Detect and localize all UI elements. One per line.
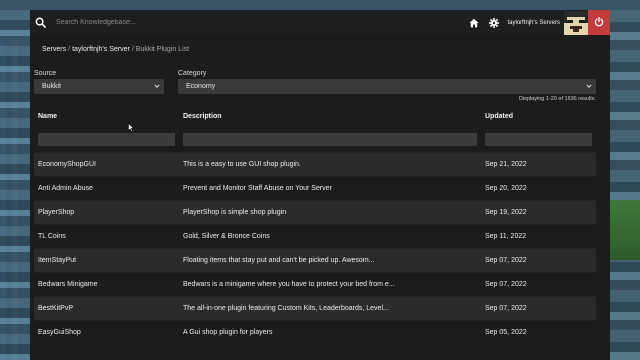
plugin-updated: Sep 20, 2022 bbox=[481, 175, 596, 200]
source-select[interactable]: Bukkit bbox=[34, 79, 164, 94]
plugin-description: The all-in-one plugin featuring Custom K… bbox=[179, 295, 481, 320]
top-right-controls: taylorftnjh's Servers bbox=[468, 10, 610, 35]
table-header-row: Name Description Updated bbox=[34, 105, 596, 128]
breadcrumb-servers[interactable]: Servers bbox=[42, 46, 66, 53]
plugin-updated: Sep 07, 2022 bbox=[481, 247, 596, 272]
plugin-description: This is a easy to use GUI shop plugin. bbox=[179, 151, 481, 176]
plugin-list-panel: Servers / taylorftnjh's Server / Bukkit Plug… bbox=[30, 35, 610, 360]
category-select[interactable]: Economy bbox=[178, 79, 596, 94]
plugin-name[interactable]: TL Coins bbox=[34, 223, 179, 248]
plugin-updated: Sep 19, 2022 bbox=[481, 199, 596, 224]
background-right-blocks bbox=[610, 10, 640, 360]
plugin-description: PlayerShop is simple shop plugin bbox=[179, 199, 481, 224]
table-row[interactable]: BestKitPvP The all-in-one plugin featuri… bbox=[34, 295, 596, 320]
breadcrumb-server[interactable]: taylorftnjh's Server bbox=[72, 46, 130, 53]
plugin-updated: Sep 11, 2022 bbox=[481, 223, 596, 248]
plugin-name[interactable]: Bedwars Minigame bbox=[34, 271, 179, 296]
table-filter-row bbox=[34, 128, 596, 152]
breadcrumb-current: Bukkit Plugin List bbox=[135, 46, 190, 53]
power-icon bbox=[594, 16, 604, 29]
plugin-updated: Sep 21, 2022 bbox=[481, 151, 596, 176]
gear-icon[interactable] bbox=[488, 17, 500, 29]
plugin-description: Prevent and Monitor Staff Abuse on Your … bbox=[179, 175, 481, 200]
column-header-name[interactable]: Name bbox=[34, 105, 179, 128]
avatar[interactable] bbox=[564, 10, 588, 35]
user-servers-link[interactable]: taylorftnjh's Servers bbox=[508, 20, 561, 26]
plugin-description: A Gui shop plugin for players bbox=[179, 319, 481, 344]
chevron-down-icon bbox=[586, 83, 592, 89]
breadcrumb-separator: / bbox=[131, 46, 134, 53]
plugin-name[interactable]: PlayerShop bbox=[34, 199, 179, 224]
description-filter-input[interactable] bbox=[183, 133, 477, 147]
plugin-description: Floating items that stay put and can't b… bbox=[179, 247, 481, 272]
plugin-updated: Sep 07, 2022 bbox=[481, 295, 596, 320]
column-header-description[interactable]: Description bbox=[179, 105, 481, 128]
category-label: Category bbox=[178, 70, 207, 77]
results-count: Displaying 1-20 of 1636 results. bbox=[518, 96, 596, 102]
background-right-grass bbox=[610, 200, 640, 260]
source-select-value: Bukkit bbox=[42, 83, 62, 90]
plugin-name[interactable]: EconomyShopGUI bbox=[34, 151, 179, 176]
table-row[interactable]: ItemStayPut Floating items that stay put… bbox=[34, 247, 596, 272]
table-row[interactable]: Bedwars Minigame Bedwars is a minigame w… bbox=[34, 271, 596, 296]
logout-button[interactable] bbox=[588, 10, 610, 35]
plugin-description: Gold, Silver & Bronce Coins bbox=[179, 223, 481, 248]
breadcrumb-separator: / bbox=[68, 46, 71, 53]
search-input[interactable] bbox=[56, 14, 356, 31]
table-row[interactable]: EasyGuiShop A Gui shop plugin for player… bbox=[34, 319, 596, 344]
home-icon[interactable] bbox=[468, 17, 480, 29]
table-row[interactable]: TL Coins Gold, Silver & Bronce Coins Sep… bbox=[34, 223, 596, 248]
updated-filter-input[interactable] bbox=[485, 133, 592, 147]
search-icon[interactable] bbox=[34, 17, 46, 29]
chevron-down-icon bbox=[154, 83, 160, 89]
breadcrumb: Servers / taylorftnjh's Server / Bukkit Plug… bbox=[42, 46, 189, 53]
name-filter-input[interactable] bbox=[38, 133, 175, 147]
source-label: Source bbox=[34, 70, 57, 77]
plugin-table: Name Description Updated EconomyShopGUI … bbox=[34, 105, 596, 344]
table-row[interactable]: Anti Admin Abuse Prevent and Monitor Sta… bbox=[34, 175, 596, 200]
top-navbar: taylorftnjh's Servers bbox=[30, 10, 610, 35]
plugin-name[interactable]: Anti Admin Abuse bbox=[34, 175, 179, 200]
plugin-updated: Sep 05, 2022 bbox=[481, 319, 596, 344]
plugin-name[interactable]: ItemStayPut bbox=[34, 247, 179, 272]
background-left-blocks bbox=[0, 10, 30, 360]
table-row[interactable]: PlayerShop PlayerShop is simple shop plu… bbox=[34, 199, 596, 224]
plugin-name[interactable]: BestKitPvP bbox=[34, 295, 179, 320]
plugin-updated: Sep 07, 2022 bbox=[481, 271, 596, 296]
category-select-value: Economy bbox=[186, 83, 216, 90]
table-row[interactable]: EconomyShopGUI This is a easy to use GUI… bbox=[34, 151, 596, 176]
column-header-updated[interactable]: Updated bbox=[481, 105, 596, 128]
plugin-description: Bedwars is a minigame where you have to … bbox=[179, 271, 481, 296]
mouse-cursor-icon bbox=[128, 122, 135, 132]
plugin-name[interactable]: EasyGuiShop bbox=[34, 319, 179, 344]
